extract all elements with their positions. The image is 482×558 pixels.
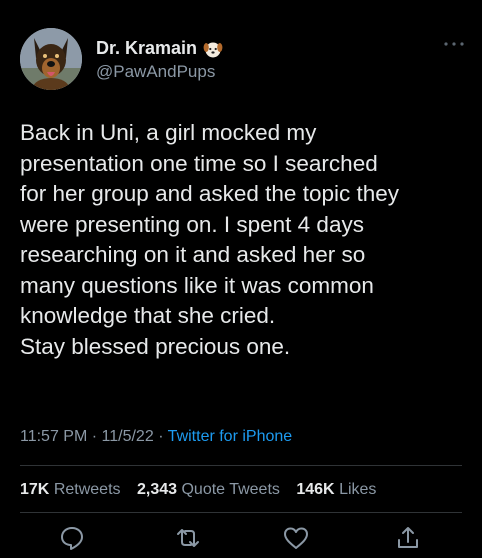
retweet-button[interactable] [174, 524, 202, 552]
tweet-text: Back in Uni, a girl mocked my presentati… [20, 118, 470, 362]
tweet-card: Dr. Kramain @PawAndPups Back in Uni, a g… [0, 0, 482, 558]
author-handle[interactable]: @PawAndPups [96, 62, 215, 82]
likes-count: 146K [296, 481, 335, 498]
divider [20, 512, 462, 513]
meta-separator: · [91, 428, 98, 445]
share-icon [398, 527, 418, 548]
author-name-row[interactable]: Dr. Kramain [96, 38, 223, 59]
like-icon [284, 527, 308, 549]
share-button[interactable] [394, 524, 422, 552]
tweet-text-line: presentation one time so I searched [20, 150, 378, 176]
dog-face-icon [203, 42, 223, 57]
reply-button[interactable] [58, 524, 86, 552]
tweet-text-line: knowledge that she cried. [20, 303, 276, 328]
tweet-stats: 17K Retweets 2,343 Quote Tweets 146K Lik… [20, 481, 388, 499]
like-button[interactable] [282, 524, 310, 552]
tweet-actions [0, 524, 482, 554]
divider [20, 465, 462, 466]
author-avatar[interactable] [20, 28, 82, 90]
retweet-icon [177, 529, 199, 547]
german-shepherd-avatar-image [20, 28, 82, 90]
tweet-meta: 11:57 PM · 11/5/22 · Twitter for iPhone [20, 428, 292, 446]
tweet-date[interactable]: 11/5/22 [102, 428, 154, 445]
tweet-text-line: for her group and asked the topic they [20, 181, 399, 206]
likes-label: Likes [339, 481, 377, 498]
author-display-name[interactable]: Dr. Kramain [96, 38, 197, 59]
retweets-stat[interactable]: 17K Retweets [20, 481, 121, 498]
retweets-count: 17K [20, 481, 50, 498]
quote-tweets-count: 2,343 [136, 481, 178, 498]
tweet-time[interactable]: 11:57 PM [20, 428, 87, 445]
quote-tweets-label: Quote Tweets [181, 481, 280, 498]
tweet-source-link[interactable]: Twitter for iPhone [168, 428, 293, 445]
tweet-text-line: researching on it and asked her so [20, 242, 366, 267]
tweet-text-line: Stay blessed precious one. [20, 333, 291, 359]
likes-stat[interactable]: 146K Likes [296, 481, 376, 498]
meta-separator: · [158, 428, 164, 445]
reply-icon [61, 527, 83, 550]
tweet-text-line: Back in Uni, a girl mocked my [20, 120, 317, 145]
tweet-text-line: were presenting on. I spent 4 days [20, 211, 364, 237]
retweets-label: Retweets [53, 481, 121, 498]
quote-tweets-stat[interactable]: 2,343 Quote Tweets [137, 481, 280, 498]
more-options-icon[interactable] [442, 38, 466, 50]
tweet-text-line: many questions like it was common [20, 272, 374, 298]
